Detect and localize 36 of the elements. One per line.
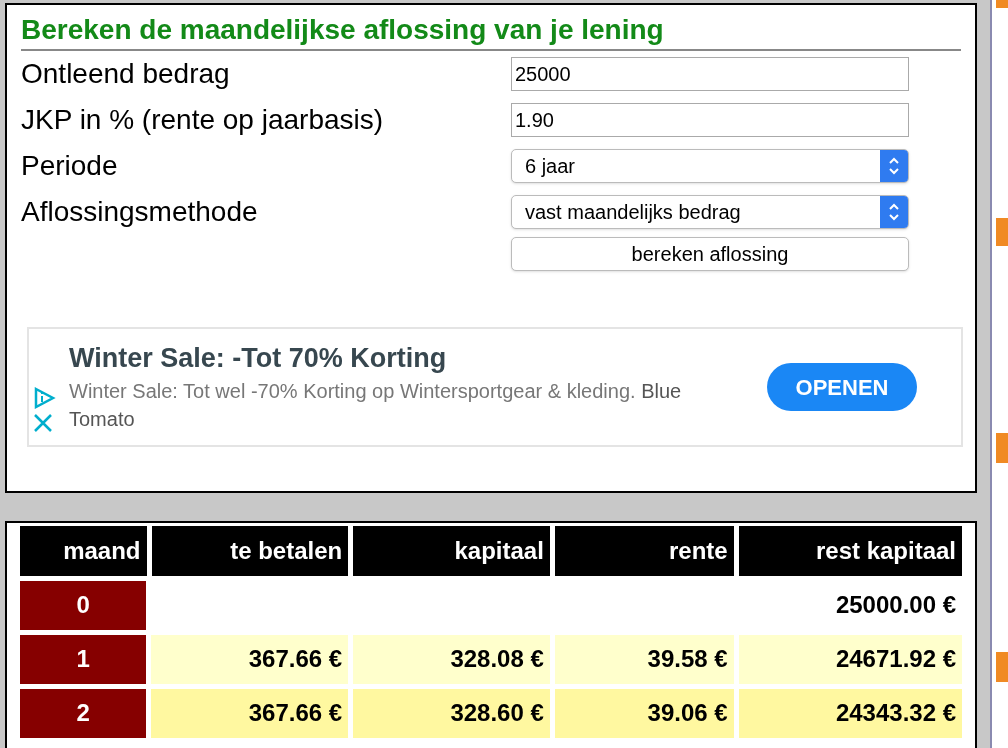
field-label: Ontleend bedrag: [21, 57, 231, 91]
stepper-icon: [880, 150, 908, 182]
table-cell: 367.66 €: [151, 688, 349, 738]
side-marker: [996, 652, 1008, 682]
ad-text: Winter Sale: Tot wel -70% Korting op Wintersportgear & kleding. Blue Tomato: [69, 379, 683, 432]
table-cell: 39.58 €: [554, 634, 734, 684]
table-cell: 24671.92 €: [738, 634, 962, 684]
field-label: Periode: [21, 149, 119, 183]
field-label: JKP in % (rente op jaarbasis): [21, 103, 385, 137]
play-info-icon[interactable]: [32, 387, 56, 409]
field-label: Aflossingsmethode: [21, 195, 259, 229]
column-header: te betalen: [151, 525, 349, 576]
side-marker: [996, 0, 1008, 8]
open-button[interactable]: OPENEN: [767, 363, 917, 411]
stepper-icon: [880, 196, 908, 228]
column-header: rest kapitaal: [738, 525, 962, 576]
dropdown[interactable]: 6 jaar: [511, 149, 909, 183]
month-cell: 0: [20, 580, 147, 630]
column-header: maand: [20, 525, 147, 576]
side-marker: [996, 433, 1008, 463]
table-cell: 24343.32 €: [738, 688, 962, 738]
input-field[interactable]: 1.90: [511, 103, 909, 137]
page-title: Bereken de maandelijkse aflossing van je lening: [21, 13, 961, 51]
calculate-button[interactable]: bereken aflossing: [511, 237, 909, 271]
table-cell: 328.08 €: [353, 634, 550, 684]
dropdown[interactable]: vast maandelijks bedrag: [511, 195, 909, 229]
side-marker: [996, 218, 1008, 246]
table-cell: 39.06 €: [554, 688, 734, 738]
ad-title: Winter Sale: -Tot 70% Korting: [69, 342, 448, 375]
month-cell: 1: [20, 634, 147, 684]
input-field[interactable]: 25000: [511, 57, 909, 91]
column-header: rente: [554, 525, 734, 576]
month-cell: 2: [20, 688, 147, 738]
table-cell: 328.60 €: [353, 688, 550, 738]
table-cell: 367.66 €: [151, 634, 349, 684]
column-header: kapitaal: [353, 525, 550, 576]
